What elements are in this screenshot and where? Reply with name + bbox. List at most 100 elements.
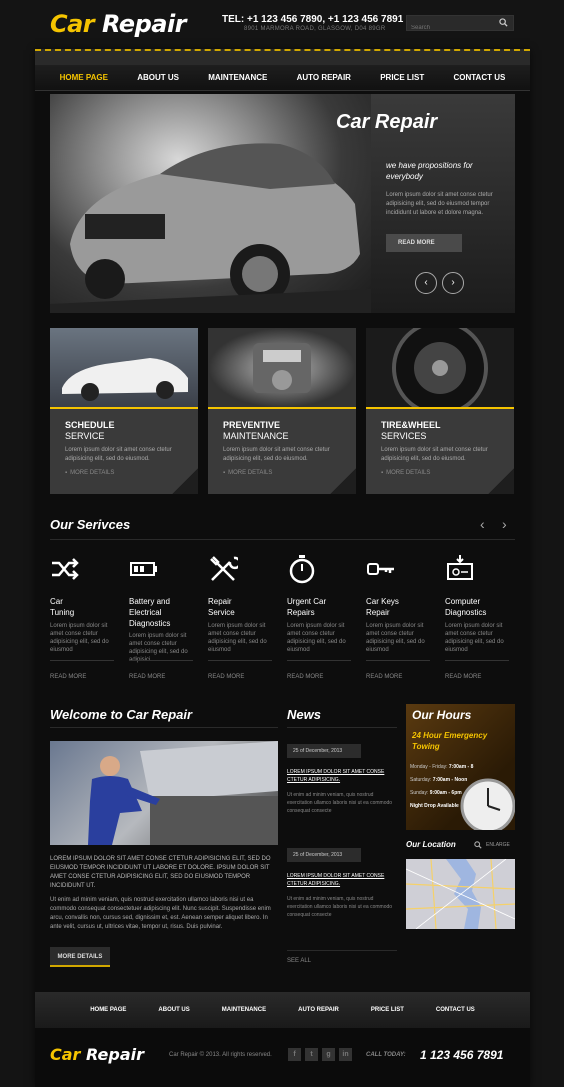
hero-text: Lorem ipsum dolor sit amet conse ctetur …	[386, 192, 493, 216]
location-map[interactable]	[406, 859, 515, 929]
pocket-watch-icon	[460, 778, 515, 830]
twitter-icon[interactable]: t	[305, 1048, 318, 1061]
welcome-divider	[50, 727, 278, 728]
service-read-more[interactable]: READ MORE	[208, 674, 244, 680]
service-divider	[287, 660, 351, 661]
hero-title: Car Repair	[336, 111, 438, 133]
footer-nav-price-list[interactable]: PRICE LIST	[371, 1007, 404, 1013]
hours-title: Our Hours	[412, 708, 472, 722]
footer-logo[interactable]: Car Repair	[50, 1045, 144, 1064]
footer-nav-contact[interactable]: CONTACT US	[436, 1007, 475, 1013]
slider-next-icon[interactable]: ›	[442, 272, 464, 294]
nav-maintenance[interactable]: MAINTENANCE	[208, 73, 267, 82]
news-title: News	[287, 707, 321, 722]
service-read-more[interactable]: READ MORE	[366, 674, 402, 680]
key-icon	[367, 563, 394, 575]
service-text: Lorem ipsum dolor sit amet conse ctetur …	[208, 623, 267, 653]
news-date: 25 of December, 2013	[287, 848, 361, 862]
feature-card-schedule[interactable]: SCHEDULE SERVICE Lorem ipsum dolor sit am…	[50, 328, 198, 494]
feature-image	[50, 328, 198, 408]
service-name: Repair Service	[208, 597, 235, 617]
shuffle-icon	[52, 558, 79, 580]
hours-row: Sunday: 9:00am - 6pm	[410, 790, 462, 796]
services-title: Our Serivces	[50, 517, 131, 532]
car-illustration	[50, 143, 371, 313]
search-icon[interactable]	[499, 18, 508, 27]
feature-more-link[interactable]: MORE DETAILS	[65, 470, 114, 476]
feature-accent-bar	[366, 407, 514, 409]
header-address: 8901 MARMORA ROAD, GLASGOW, D04 89GR	[244, 26, 386, 32]
news-link[interactable]: LOREM IPSUM DOLOR SIT AMET CONSE CTETUR …	[287, 768, 397, 784]
service-text: Lorem ipsum dolor sit amet conse ctetur …	[366, 623, 425, 653]
hero-read-more-button[interactable]: READ MORE	[386, 234, 462, 252]
footer-nav: HOME PAGE ABOUT US MAINTENANCE AUTO REPA…	[35, 992, 530, 1028]
google-plus-icon[interactable]: g	[322, 1048, 335, 1061]
service-divider	[445, 660, 509, 661]
service-name: Car Keys Repair	[366, 597, 399, 617]
main-nav: HOME PAGE ABOUT US MAINTENANCE AUTO REPA…	[35, 65, 530, 91]
footer-phone[interactable]: 1 123 456 7891	[420, 1048, 503, 1062]
service-read-more[interactable]: READ MORE	[445, 674, 481, 680]
services-prev-icon[interactable]: ‹	[480, 516, 485, 532]
feature-card-maintenance[interactable]: PREVENTIVE MAINTENANCE Lorem ipsum dolor …	[208, 328, 356, 494]
feature-title: PREVENTIVE MAINTENANCE	[223, 420, 289, 441]
tools-icon	[210, 556, 238, 581]
facebook-icon[interactable]: f	[288, 1048, 301, 1061]
service-text: Lorem ipsum dolor sit amet conse ctetur …	[287, 623, 346, 653]
hero-subtitle: we have propositions for everybody	[386, 161, 473, 181]
hours-row: Monday - Friday: 7:00am - 8	[410, 764, 474, 770]
welcome-title: Welcome to Car Repair	[50, 707, 193, 722]
news-text: Ut enim ad minim veniam, quis nostrud ex…	[287, 792, 393, 814]
page-fold-icon	[172, 468, 198, 494]
slider-prev-icon[interactable]: ‹	[415, 272, 437, 294]
nav-home[interactable]: HOME PAGE	[60, 73, 108, 82]
news-date: 25 of December, 2013	[287, 744, 361, 758]
service-text: Lorem ipsum dolor sit amet conse ctetur …	[50, 623, 109, 653]
service-name: Computer Diagnostics	[445, 597, 487, 617]
computer-icon	[447, 555, 473, 580]
service-read-more[interactable]: READ MORE	[287, 674, 323, 680]
feature-text: Lorem ipsum dolor sit amet conse ctetur …	[65, 447, 172, 462]
mechanic-image	[50, 741, 278, 845]
news-bottom-divider	[287, 950, 397, 951]
feature-title: TIRE&WHEEL SERVICES	[381, 420, 441, 441]
linkedin-icon[interactable]: in	[339, 1048, 352, 1061]
battery-icon	[130, 562, 157, 576]
nav-price-list[interactable]: PRICE LIST	[380, 73, 424, 82]
page-fold-icon	[488, 468, 514, 494]
footer-nav-about[interactable]: ABOUT US	[158, 1007, 189, 1013]
news-link[interactable]: LOREM IPSUM DOLOR SIT AMET CONSE CTETUR …	[287, 872, 397, 888]
zoom-icon[interactable]	[474, 841, 482, 849]
news-see-all-link[interactable]: SEE ALL	[287, 958, 311, 964]
footer-nav-home[interactable]: HOME PAGE	[90, 1007, 126, 1013]
search-box	[406, 15, 514, 35]
header-stripe	[35, 49, 530, 65]
feature-card-tire-wheel[interactable]: TIRE&WHEEL SERVICES Lorem ipsum dolor sit…	[366, 320, 514, 494]
footer-nav-auto-repair[interactable]: AUTO REPAIR	[298, 1007, 339, 1013]
service-read-more[interactable]: READ MORE	[129, 674, 165, 680]
hours-box: Our Hours 24 Hour Emergency Towing Monda…	[406, 704, 515, 830]
feature-more-link[interactable]: MORE DETAILS	[223, 470, 272, 476]
hours-night-drop: Night Drop Available	[410, 803, 459, 809]
nav-auto-repair[interactable]: AUTO REPAIR	[297, 73, 351, 82]
call-today-label: CALL TODAY:	[366, 1052, 406, 1058]
service-read-more[interactable]: READ MORE	[50, 674, 86, 680]
header-phone: TEL: +1 123 456 7890, +1 123 456 7891	[222, 14, 404, 25]
feature-image	[366, 320, 514, 416]
site-logo[interactable]: Car Repair	[50, 10, 187, 38]
feature-accent-bar	[50, 407, 198, 409]
search-input[interactable]	[407, 21, 495, 35]
feature-text: Lorem ipsum dolor sit amet conse ctetur …	[381, 447, 488, 462]
services-next-icon[interactable]: ›	[502, 516, 507, 532]
nav-about[interactable]: ABOUT US	[137, 73, 179, 82]
footer-nav-maintenance[interactable]: MAINTENANCE	[222, 1007, 266, 1013]
enlarge-map-link[interactable]: ENLARGE	[486, 842, 510, 848]
welcome-more-button[interactable]: MORE DETAILS	[50, 947, 110, 967]
news-text: Ut enim ad minim veniam, quis nostrud ex…	[287, 896, 393, 918]
services-divider	[50, 539, 515, 540]
logo-car: Car	[50, 10, 95, 38]
service-divider	[50, 660, 114, 661]
hours-subtitle: 24 Hour Emergency Towing	[412, 731, 488, 751]
nav-contact[interactable]: CONTACT US	[453, 73, 505, 82]
feature-more-link[interactable]: MORE DETAILS	[381, 470, 430, 476]
